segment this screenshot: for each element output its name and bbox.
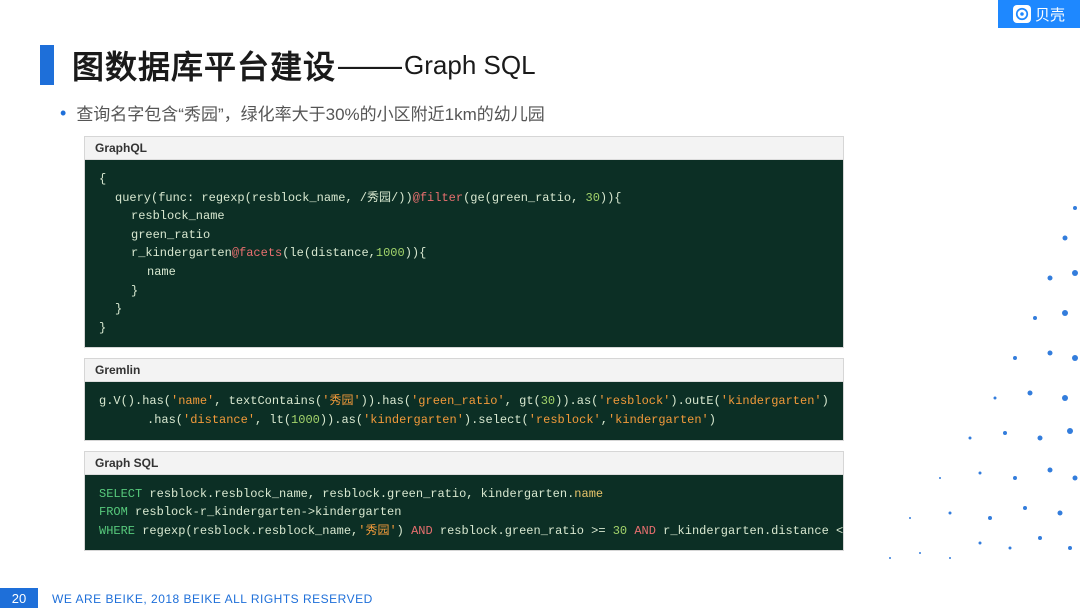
code-header-graphsql: Graph SQL (85, 452, 843, 475)
code-body-graphql: { query(func: regexp(resblock_name, /秀园/… (85, 160, 843, 347)
brand-icon (1013, 5, 1031, 23)
brand-text: 贝壳 (1035, 4, 1065, 25)
footer-text: WE ARE BEIKE, 2018 BEIKE ALL RIGHTS RESE… (52, 592, 373, 606)
bullet-row: • 查询名字包含“秀园”，绿化率大于30%的小区附近1km的幼儿园 (60, 100, 545, 125)
dots-decoration (860, 198, 1080, 578)
title-main: 图数据库平台建设 (72, 42, 336, 88)
code-body-gremlin: g.V().has('name', textContains('秀园')).ha… (85, 382, 843, 439)
code-body-graphsql: SELECT resblock.resblock_name, resblock.… (85, 475, 843, 551)
bullet-dot-icon: • (60, 104, 66, 122)
title-separator: —— (338, 47, 402, 84)
page-title: 图数据库平台建设 —— Graph SQL (40, 42, 536, 88)
title-accent-bar (40, 45, 54, 85)
brand-logo: 贝壳 (998, 0, 1080, 28)
code-card-graphsql: Graph SQL SELECT resblock.resblock_name,… (84, 451, 844, 552)
code-column: GraphQL { query(func: regexp(resblock_na… (84, 136, 844, 561)
code-header-graphql: GraphQL (85, 137, 843, 160)
bullet-text: 查询名字包含“秀园”，绿化率大于30%的小区附近1km的幼儿园 (76, 100, 544, 125)
code-header-gremlin: Gremlin (85, 359, 843, 382)
code-card-graphql: GraphQL { query(func: regexp(resblock_na… (84, 136, 844, 348)
title-sub: Graph SQL (404, 50, 536, 81)
code-card-gremlin: Gremlin g.V().has('name', textContains('… (84, 358, 844, 440)
page-number: 20 (0, 588, 38, 608)
